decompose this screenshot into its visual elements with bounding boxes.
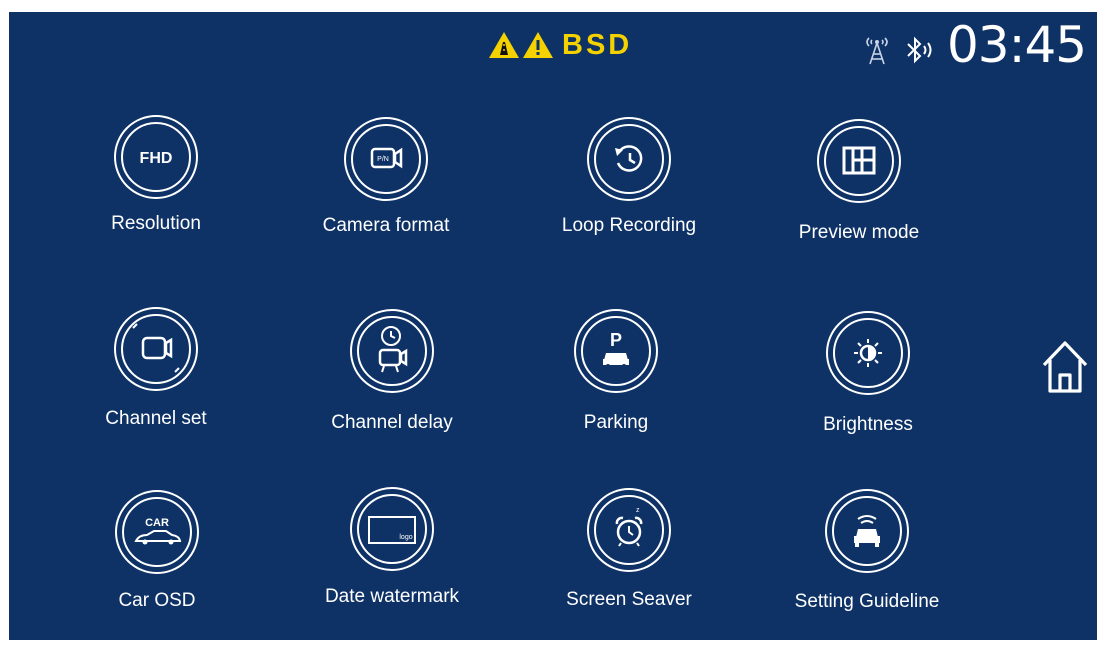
menu-item-screen-saver[interactable]: z Screen Seaver bbox=[529, 487, 729, 610]
bluetooth-icon bbox=[907, 36, 932, 64]
menu-item-label: Parking bbox=[583, 412, 649, 433]
menu-item-label: Channel delay bbox=[331, 412, 453, 433]
menu-item-label: Screen Seaver bbox=[566, 589, 692, 610]
parking-icon-text: P bbox=[610, 330, 622, 350]
brightness-icon bbox=[826, 311, 910, 395]
watermark-logo-icon: logo bbox=[350, 487, 434, 571]
menu-item-label: Setting Guideline bbox=[794, 591, 940, 612]
menu-item-label: Camera format bbox=[322, 215, 450, 236]
loop-recording-icon bbox=[587, 117, 671, 201]
clock-time: 03:45 bbox=[947, 16, 1087, 74]
menu-item-brightness[interactable]: Brightness bbox=[768, 310, 968, 435]
home-icon[interactable] bbox=[1041, 337, 1089, 397]
menu-item-channel-delay[interactable]: Channel delay bbox=[292, 308, 492, 433]
car-osd-icon-text: CAR bbox=[145, 517, 169, 529]
car-osd-icon: CAR bbox=[115, 490, 199, 574]
menu-item-setting-guideline[interactable]: Setting Guideline bbox=[767, 488, 967, 612]
clock-camera-icon bbox=[350, 309, 434, 393]
camera-format-icon: P/N bbox=[344, 117, 428, 201]
menu-item-label: Loop Recording bbox=[561, 215, 697, 236]
logo-icon-text: logo bbox=[399, 534, 412, 541]
dashcam-settings-screen: BSD 03:45 FHD Resolution P/N Camera form… bbox=[9, 12, 1097, 640]
menu-item-parking[interactable]: P Parking bbox=[516, 308, 716, 433]
bsd-warning-indicator: BSD bbox=[488, 26, 632, 64]
fhd-icon: FHD bbox=[114, 115, 198, 199]
car-guideline-icon bbox=[825, 489, 909, 573]
menu-item-label: Resolution bbox=[111, 213, 201, 234]
menu-item-label: Channel set bbox=[105, 408, 207, 429]
preview-layout-icon bbox=[817, 119, 901, 203]
menu-item-channel-set[interactable]: Channel set bbox=[56, 306, 256, 429]
menu-item-label: Brightness bbox=[823, 414, 913, 435]
menu-item-label: Preview mode bbox=[798, 222, 920, 243]
antenna-signal-icon bbox=[866, 37, 888, 65]
menu-item-label: Date watermark bbox=[324, 586, 460, 607]
svg-text:z: z bbox=[636, 507, 640, 514]
menu-item-date-watermark[interactable]: logo Date watermark bbox=[292, 486, 492, 607]
alarm-clock-icon: z bbox=[587, 488, 671, 572]
fhd-icon-text: FHD bbox=[140, 150, 173, 167]
warning-triangle-icon bbox=[523, 32, 553, 58]
channel-camera-icon bbox=[114, 307, 198, 391]
menu-item-label: Car OSD bbox=[118, 590, 196, 611]
menu-item-loop-recording[interactable]: Loop Recording bbox=[529, 116, 729, 236]
bsd-label: BSD bbox=[562, 28, 633, 61]
pn-icon-text: P/N bbox=[377, 156, 389, 163]
parking-icon: P bbox=[574, 309, 658, 393]
menu-item-preview-mode[interactable]: Preview mode bbox=[759, 118, 959, 243]
menu-item-resolution[interactable]: FHD Resolution bbox=[56, 114, 256, 234]
menu-item-car-osd[interactable]: CAR Car OSD bbox=[57, 489, 257, 611]
road-hazard-warning-icon bbox=[489, 32, 519, 58]
menu-item-camera-format[interactable]: P/N Camera format bbox=[286, 116, 486, 236]
